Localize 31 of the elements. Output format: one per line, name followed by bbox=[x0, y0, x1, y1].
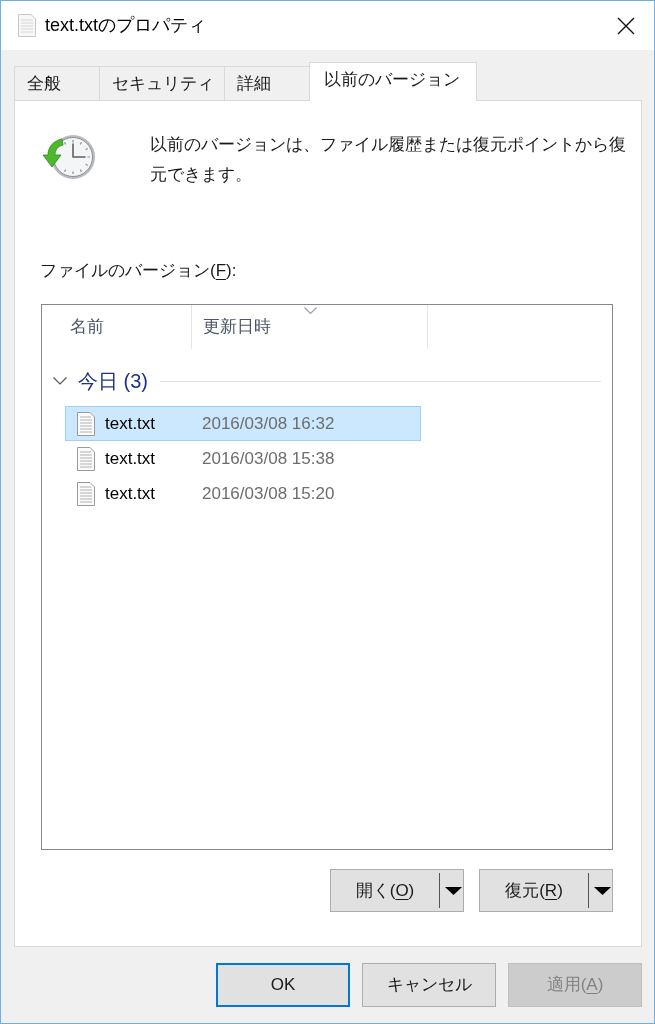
chevron-down-icon[interactable] bbox=[53, 377, 67, 385]
text-file-icon bbox=[77, 481, 95, 506]
text-file-icon bbox=[77, 411, 95, 436]
dropdown-arrow-icon bbox=[594, 886, 611, 895]
text-file-icon bbox=[77, 446, 95, 471]
column-header[interactable]: 名前 bbox=[42, 305, 192, 349]
description-text: 以前のバージョンは、ファイル履歴または復元ポイントから復元できます。 bbox=[150, 134, 627, 186]
dropdown-arrow-icon bbox=[445, 886, 462, 895]
file-version-row[interactable]: text.txt 2016/03/08 16:32 bbox=[65, 406, 421, 441]
column-header[interactable]: 更新日時 bbox=[192, 305, 428, 349]
open-button[interactable]: 開く(O) bbox=[330, 869, 464, 912]
ok-button[interactable]: OK bbox=[216, 963, 350, 1007]
cancel-button[interactable]: キャンセル bbox=[362, 963, 496, 1007]
file-versions-label: ファイルのバージョン(F): bbox=[40, 260, 237, 282]
tab[interactable]: 全般 bbox=[14, 66, 100, 100]
tab[interactable]: 以前のバージョン bbox=[309, 62, 477, 101]
window-title: text.txtのプロパティ bbox=[45, 14, 206, 37]
file-versions-list[interactable]: 名前 更新日時 今日 (3) text.txt 2016/03/08 16:32 text.txt 2016/03/08 15:38 text.txt 2016/03/08 15:20 bbox=[41, 304, 613, 850]
file-version-row[interactable]: text.txt 2016/03/08 15:38 bbox=[65, 441, 421, 476]
restore-button[interactable]: 復元(R) bbox=[479, 869, 613, 912]
group-header[interactable]: 今日 (3) bbox=[78, 366, 148, 396]
file-name: text.txt bbox=[105, 447, 157, 470]
modified-date: 2016/03/08 16:32 bbox=[202, 412, 335, 435]
close-icon bbox=[617, 16, 635, 35]
file-name: text.txt bbox=[105, 482, 157, 505]
clock-with-arrow-icon bbox=[42, 134, 95, 180]
modified-date: 2016/03/08 15:20 bbox=[202, 482, 335, 505]
file-name: text.txt bbox=[105, 412, 157, 435]
modified-date: 2016/03/08 15:38 bbox=[202, 447, 335, 470]
document-icon bbox=[18, 14, 36, 37]
file-version-row[interactable]: text.txt 2016/03/08 15:20 bbox=[65, 476, 421, 511]
